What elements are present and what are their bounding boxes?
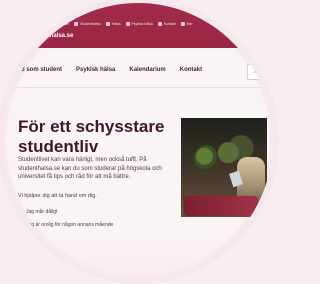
plant-image xyxy=(194,145,220,173)
site-title[interactable]: studenthalsa.se xyxy=(28,33,73,39)
bookmark-icon xyxy=(125,22,130,26)
bookmark-item[interactable]: Psykisk hälsa xyxy=(125,22,153,26)
screenshot-frame: studenthalsa.se Gmail Kalender Studenthä… xyxy=(0,0,276,281)
bookmark-icon xyxy=(157,22,162,26)
sofa-image xyxy=(184,196,258,216)
main-nav: Vad som student Psykisk hälsa Kalendariu… xyxy=(14,67,254,73)
search-icon[interactable]: ⌕ xyxy=(247,64,263,80)
bookmark-icon xyxy=(29,22,33,26)
bookmark-item[interactable]: Kalender xyxy=(49,22,69,26)
address-bar-url[interactable]: studenthalsa.se xyxy=(31,12,66,18)
help-text: Vi hjälper dig att ta hand om dig. xyxy=(18,193,97,199)
bookmark-icon xyxy=(74,22,79,26)
bookmark-icon xyxy=(105,22,110,26)
hero-paragraph: Studentlivet kan vara härligt, men också… xyxy=(18,157,162,181)
page-title: För ett schysstare studentliv xyxy=(18,117,165,157)
bookmark-item[interactable]: Mer xyxy=(180,22,193,26)
bookmark-icon xyxy=(49,22,54,26)
list-item[interactable]: Jag är orolig för någon annans mående xyxy=(18,221,178,229)
bookmark-item[interactable]: Studenthälsa xyxy=(74,22,101,26)
bookmark-item[interactable]: Kontakt xyxy=(157,22,176,26)
close-icon[interactable]: × xyxy=(254,32,259,41)
arrow-icon xyxy=(18,221,23,229)
header-divider xyxy=(12,87,266,88)
bookmark-item[interactable]: Hälsa xyxy=(105,22,121,26)
nav-item-student[interactable]: Vad som student xyxy=(14,67,62,73)
nav-item-contact[interactable]: Kontakt xyxy=(180,67,202,73)
bookmark-item[interactable]: Gmail xyxy=(29,22,44,26)
browser-header: studenthalsa.se Gmail Kalender Studenthä… xyxy=(0,0,276,48)
list-item[interactable]: Jag mår dåligt xyxy=(18,208,178,216)
bookmark-icon xyxy=(180,22,185,26)
nav-item-mental-health[interactable]: Psykisk hälsa xyxy=(76,67,115,73)
bottom-fade xyxy=(0,235,276,281)
profile-icon[interactable] xyxy=(235,34,243,42)
action-list: Jag mår dåligt Jag är orolig för någon a… xyxy=(18,208,178,234)
bookmarks-bar: Gmail Kalender Studenthälsa Hälsa Psykis… xyxy=(29,20,258,28)
arrow-icon xyxy=(18,208,23,216)
nav-item-calendar[interactable]: Kalendarium xyxy=(129,67,165,73)
